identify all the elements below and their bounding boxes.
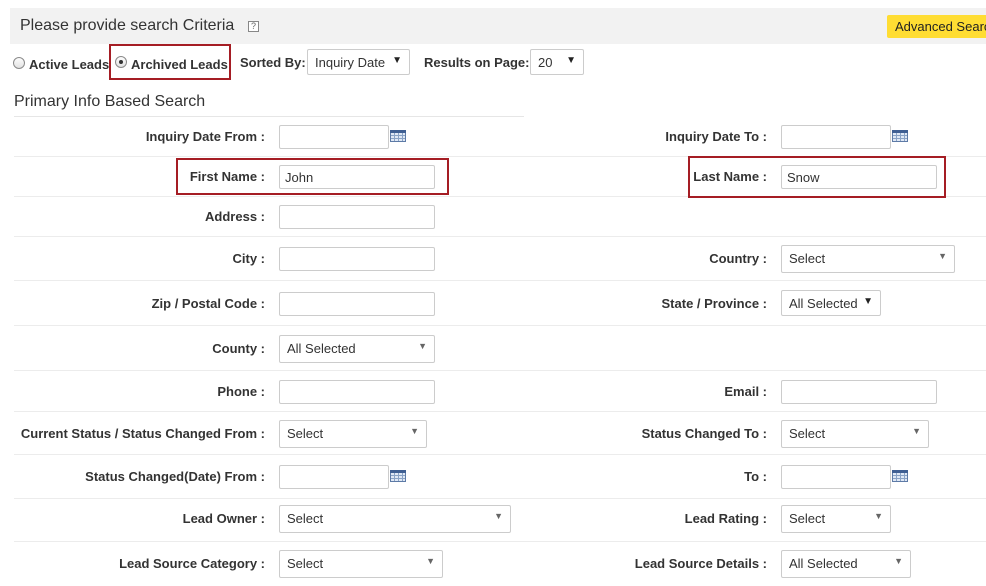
status-changed-to-label: Status Changed To :	[641, 426, 767, 441]
chevron-down-icon: ▼	[410, 426, 419, 436]
sorted-by-label: Sorted By:	[240, 55, 306, 70]
lead-owner-label: Lead Owner :	[182, 511, 265, 526]
header-title: Please provide search Criteria	[20, 17, 235, 34]
active-leads-label[interactable]: Active Leads	[29, 57, 109, 72]
lead-rating-value: Select	[789, 511, 826, 526]
chevron-down-icon: ▼	[863, 296, 873, 307]
calendar-icon[interactable]	[390, 130, 406, 142]
country-label: Country :	[709, 251, 767, 266]
chevron-down-icon: ▼	[874, 511, 883, 521]
row-divider	[14, 280, 986, 281]
row-divider	[14, 411, 986, 412]
county-value: All Selected	[287, 341, 356, 356]
city-input[interactable]	[279, 247, 435, 271]
sorted-by-value: Inquiry Date	[315, 55, 386, 70]
archived-leads-radio[interactable]	[115, 56, 127, 68]
sorted-by-select[interactable]: Inquiry Date ▼	[307, 49, 410, 75]
inquiry-date-from-label: Inquiry Date From :	[145, 129, 265, 144]
status-date-from-input[interactable]	[279, 465, 389, 489]
first-name-input[interactable]: John	[279, 165, 435, 189]
last-name-input[interactable]: Snow	[781, 165, 937, 189]
country-value: Select	[789, 251, 826, 266]
inquiry-date-from-input[interactable]	[279, 125, 389, 149]
advanced-search-button[interactable]: Advanced Search	[887, 15, 986, 38]
row-divider	[14, 370, 986, 371]
lead-owner-value: Select	[287, 511, 324, 526]
calendar-icon[interactable]	[892, 470, 908, 482]
current-status-label: Current Status / Status Changed From :	[20, 426, 265, 441]
address-input[interactable]	[279, 205, 435, 229]
county-select[interactable]: All Selected ▼	[279, 335, 435, 363]
current-status-select[interactable]: Select ▼	[279, 420, 427, 448]
chevron-down-icon: ▼	[566, 55, 576, 66]
calendar-icon[interactable]	[390, 470, 406, 482]
lead-source-details-select[interactable]: All Selected ▼	[781, 550, 911, 578]
state-select[interactable]: All Selected ▼	[781, 290, 881, 316]
archived-leads-label[interactable]: Archived Leads	[131, 57, 228, 72]
lead-source-category-label: Lead Source Category :	[119, 556, 265, 571]
phone-label: Phone :	[217, 384, 265, 399]
state-value: All Selected	[789, 296, 858, 311]
chevron-down-icon: ▼	[426, 556, 435, 566]
lead-source-category-value: Select	[287, 556, 324, 571]
zip-label: Zip / Postal Code :	[151, 296, 265, 311]
country-select[interactable]: Select ▼	[781, 245, 955, 273]
email-input[interactable]	[781, 380, 937, 404]
chevron-down-icon: ▼	[392, 55, 402, 66]
status-date-to-input[interactable]	[781, 465, 891, 489]
status-changed-to-select[interactable]: Select ▼	[781, 420, 929, 448]
row-divider	[14, 454, 986, 455]
help-icon[interactable]: ?	[248, 21, 259, 32]
results-on-page-value: 20	[538, 55, 553, 70]
lead-source-category-select[interactable]: Select ▼	[279, 550, 443, 578]
zip-input[interactable]	[279, 292, 435, 316]
row-divider	[14, 498, 986, 499]
results-on-page-label: Results on Page:	[424, 55, 530, 70]
first-name-label: First Name :	[189, 169, 265, 184]
row-divider	[14, 541, 986, 542]
results-on-page-select[interactable]: 20 ▼	[530, 49, 584, 75]
row-divider	[14, 236, 986, 237]
city-label: City :	[232, 251, 266, 266]
section-divider	[14, 116, 524, 117]
county-label: County :	[212, 341, 265, 356]
chevron-down-icon: ▼	[418, 341, 427, 351]
phone-input[interactable]	[279, 380, 435, 404]
calendar-icon[interactable]	[892, 130, 908, 142]
chevron-down-icon: ▼	[938, 251, 947, 261]
status-date-to-label: To :	[744, 469, 767, 484]
lead-rating-select[interactable]: Select ▼	[781, 505, 891, 533]
inquiry-date-to-label: Inquiry Date To :	[665, 129, 767, 144]
search-criteria-header: Please provide search Criteria ? Advance…	[10, 8, 986, 44]
row-divider	[14, 325, 986, 326]
status-changed-to-value: Select	[789, 426, 826, 441]
address-label: Address :	[205, 209, 265, 224]
chevron-down-icon: ▼	[912, 426, 921, 436]
lead-source-details-value: All Selected	[789, 556, 858, 571]
section-title: Primary Info Based Search	[14, 93, 206, 110]
status-date-from-label: Status Changed(Date) From :	[85, 469, 265, 484]
state-label: State / Province :	[661, 296, 767, 311]
current-status-value: Select	[287, 426, 324, 441]
lead-rating-label: Lead Rating :	[684, 511, 767, 526]
last-name-label: Last Name :	[693, 169, 767, 184]
inquiry-date-to-input[interactable]	[781, 125, 891, 149]
lead-owner-select[interactable]: Select ▼	[279, 505, 511, 533]
chevron-down-icon: ▼	[494, 511, 503, 521]
chevron-down-icon: ▼	[894, 556, 903, 566]
active-leads-radio[interactable]	[13, 57, 25, 69]
email-label: Email :	[724, 384, 767, 399]
lead-source-details-label: Lead Source Details :	[634, 556, 767, 571]
